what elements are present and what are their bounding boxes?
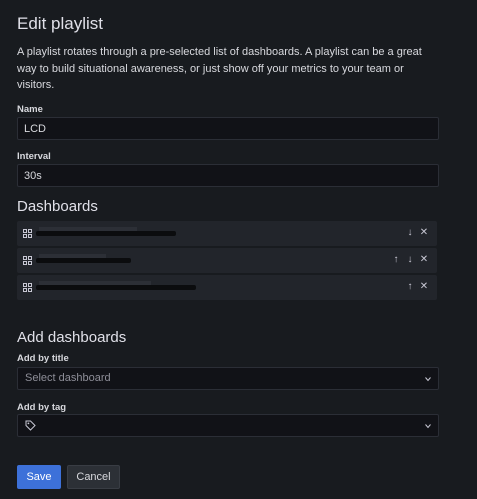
dashboard-name-redacted [36,227,176,236]
add-by-title-placeholder: Select dashboard [25,372,111,384]
chevron-down-icon [425,424,431,429]
add-by-title-label: Add by title [17,353,69,364]
dashboard-grid-icon [23,256,32,265]
move-down-icon[interactable]: ↓ [405,227,415,239]
add-by-tag-label: Add by tag [17,402,67,413]
chevron-down-icon [425,377,431,382]
interval-label: Interval [17,151,51,162]
dashboard-name-redacted [36,254,131,263]
move-down-icon[interactable]: ↓ [405,254,415,266]
add-by-title-select[interactable]: Select dashboard [17,367,439,390]
interval-input-value: 30s [24,169,42,182]
add-dashboards-heading: Add dashboards [17,329,127,346]
remove-icon[interactable]: ✕ [419,254,429,266]
page-description: A playlist rotates through a pre-selecte… [17,46,422,91]
move-up-icon[interactable]: ↑ [405,281,415,293]
remove-icon[interactable]: ✕ [419,281,429,293]
dashboard-row: ↓ ✕ [17,221,437,246]
interval-input[interactable]: 30s [17,164,439,187]
name-label: Name [17,104,43,115]
dashboard-row: ↑ ↓ ✕ [17,248,437,273]
page-title: Edit playlist [17,14,103,33]
name-input-value: LCD [24,122,47,135]
tag-icon [25,420,36,431]
cancel-button[interactable]: Cancel [67,465,120,489]
add-by-tag-select[interactable] [17,414,439,437]
dashboards-heading: Dashboards [17,198,98,215]
dashboard-name-redacted [36,281,196,290]
dashboard-grid-icon [23,229,32,238]
save-button[interactable]: Save [17,465,61,489]
move-up-icon[interactable]: ↑ [391,254,401,266]
dashboard-grid-icon [23,283,32,292]
dashboard-row: ↑ ✕ [17,275,437,300]
remove-icon[interactable]: ✕ [419,227,429,239]
name-input[interactable]: LCD [17,117,439,140]
